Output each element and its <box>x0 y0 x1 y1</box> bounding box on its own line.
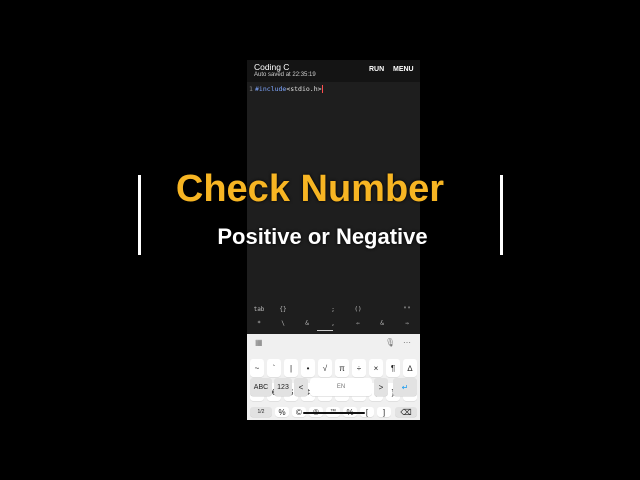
autosave-status: Auto saved at 22:35:19 <box>254 72 316 78</box>
key[interactable]: ∆ <box>403 359 417 377</box>
space-key[interactable]: EN <box>310 378 372 396</box>
backspace-key[interactable]: ⌫ <box>395 407 417 417</box>
symbol-key[interactable]: ⇒ <box>399 320 415 327</box>
app-bar: Coding C Auto saved at 22:35:19 RUN MENU <box>247 60 420 82</box>
fraction-page-key[interactable]: 1/2 <box>250 407 272 417</box>
menu-button[interactable]: MENU <box>393 66 414 73</box>
numbers-key[interactable]: 123 <box>274 378 292 396</box>
soft-keyboard: ▦ 🎙 ⋯ ~ ` | • √ π ÷ × ¶ ∆ £ € $ ¢ ^ ° = … <box>247 334 420 420</box>
cursor-left-key[interactable]: < <box>294 378 308 396</box>
key[interactable]: × <box>369 359 383 377</box>
symbol-key[interactable]: \ <box>275 320 291 327</box>
symbol-key[interactable]: ⇐ <box>350 320 366 327</box>
home-indicator[interactable] <box>303 412 365 414</box>
symbol-key[interactable]: "" <box>399 306 415 313</box>
app-title: Coding C <box>254 62 290 72</box>
decorative-bar-left <box>138 175 141 255</box>
overlay-subtitle: Positive or Negative <box>217 224 428 249</box>
microphone-icon[interactable]: 🎙 <box>385 338 395 347</box>
text-cursor <box>321 85 323 93</box>
key[interactable]: | <box>284 359 298 377</box>
key[interactable]: ÷ <box>352 359 366 377</box>
symbol-key[interactable]: () <box>350 306 366 313</box>
key[interactable]: ~ <box>250 359 264 377</box>
decorative-bar-right <box>500 175 503 255</box>
code-line[interactable]: #include<stdio.h> <box>255 85 323 93</box>
symbol-key[interactable]: {} <box>275 306 291 313</box>
key[interactable]: % <box>275 407 289 417</box>
key[interactable]: • <box>301 359 315 377</box>
grid-icon[interactable]: ▦ <box>255 338 263 347</box>
selected-indicator <box>317 330 333 331</box>
key[interactable]: ¶ <box>386 359 400 377</box>
code-text: <stdio.h> <box>286 85 322 93</box>
symbol-key[interactable]: , <box>325 320 341 327</box>
symbol-key[interactable]: * <box>251 320 267 327</box>
symbol-bar: tab {} ; () "" * \ & , ⇐ & ⇒ <box>247 304 420 334</box>
overlay-title: Check Number <box>175 168 445 210</box>
abc-key[interactable]: ABC <box>250 378 272 396</box>
symbol-key[interactable]: & <box>299 320 315 327</box>
key[interactable]: ` <box>267 359 281 377</box>
code-keyword: #include <box>255 85 287 93</box>
key[interactable]: √ <box>318 359 332 377</box>
line-number: 1 <box>249 85 253 93</box>
symbol-key[interactable]: & <box>374 320 390 327</box>
more-icon[interactable]: ⋯ <box>403 338 411 347</box>
run-button[interactable]: RUN <box>369 66 384 73</box>
symbol-key[interactable]: ; <box>325 306 341 313</box>
symbol-key[interactable]: tab <box>251 306 267 313</box>
key[interactable]: π <box>335 359 349 377</box>
keyboard-toolbar: ▦ 🎙 ⋯ <box>247 334 420 354</box>
enter-key[interactable]: ↵ <box>393 378 417 396</box>
key[interactable]: ] <box>377 407 391 417</box>
cursor-right-key[interactable]: > <box>374 378 388 396</box>
